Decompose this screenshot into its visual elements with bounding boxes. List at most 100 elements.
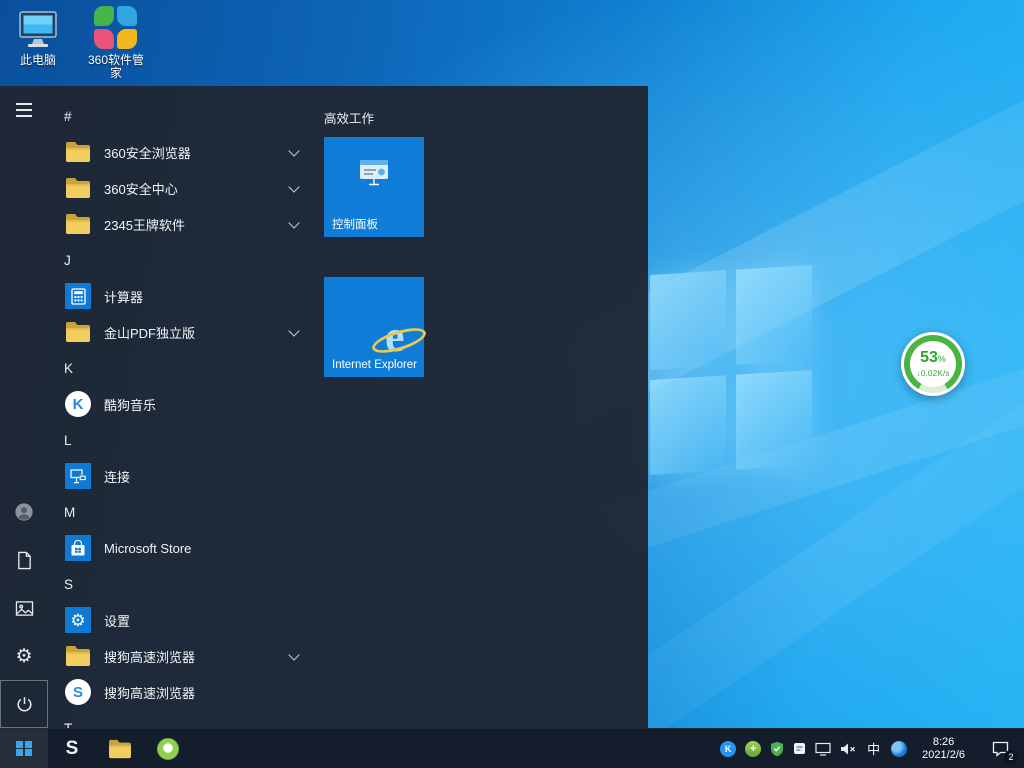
app-list-item[interactable]: 360安全中心 (48, 170, 324, 206)
start-button[interactable] (0, 729, 48, 768)
360-s-icon: S (66, 738, 79, 760)
connect-icon-bg (65, 463, 91, 489)
power-button[interactable] (0, 680, 48, 728)
taskbar-file-explorer-button[interactable] (96, 729, 144, 768)
app-list-section-letter[interactable]: J (48, 242, 324, 278)
app-list-section-letter[interactable]: M (48, 494, 324, 530)
settings-button[interactable]: ⚙ (0, 632, 48, 680)
app-label: 连接 (104, 467, 130, 486)
settings-icon-bg: ⚙ (65, 607, 91, 633)
app-label: 搜狗高速浏览器 (104, 647, 195, 666)
app-label: 360安全中心 (104, 179, 178, 198)
app-list-item[interactable]: 360安全浏览器 (48, 134, 324, 170)
section-letter-label: M (64, 505, 75, 520)
gear-icon: ⚙ (15, 647, 32, 666)
documents-button[interactable] (0, 536, 48, 584)
volume-muted-icon (840, 742, 856, 756)
percent-unit: % (938, 354, 946, 364)
petal (94, 6, 114, 26)
section-letter-label: # (64, 109, 72, 124)
360-speed-ball-widget[interactable]: 53% ↓0.02K/s (901, 332, 965, 396)
sogou-browser-icon (64, 678, 92, 706)
power-icon (15, 695, 34, 714)
tray-icon-notes[interactable] (793, 742, 806, 755)
app-label: 酷狗音乐 (104, 395, 156, 414)
logo-pane (736, 265, 812, 365)
app-list-section-letter[interactable]: # (48, 98, 324, 134)
system-tray: 中 8:26 2021/2/6 2 (720, 729, 1024, 768)
folder-icon (64, 174, 92, 202)
section-letter-label: K (64, 361, 73, 376)
tile-internet-explorer[interactable]: e Internet Explorer (324, 277, 424, 377)
percent-value: 53 (920, 349, 938, 366)
tile-control-panel[interactable]: 控制面板 (324, 137, 424, 237)
app-list-item[interactable]: 酷狗音乐 (48, 386, 324, 422)
petal (117, 29, 137, 49)
green-plus-glyph (745, 741, 761, 757)
360-browser-icon (157, 738, 179, 760)
shield-icon (770, 741, 784, 757)
windows-logo-wallpaper (650, 265, 812, 475)
chevron-down-icon[interactable] (288, 649, 299, 660)
app-label: 金山PDF独立版 (104, 323, 195, 342)
expand-menu-button[interactable] (0, 86, 48, 134)
app-list-section-letter[interactable]: S (48, 566, 324, 602)
sogou-icon-circle (65, 679, 91, 705)
tray-icon-network[interactable] (815, 742, 831, 756)
tray-icon-green-plus[interactable] (745, 741, 761, 757)
desktop-icon-360-software-manager[interactable]: 360软件管家 (82, 6, 150, 80)
notification-badge: 2 (1004, 750, 1018, 764)
app-list-item[interactable]: 计算器 (48, 278, 324, 314)
kugou-music-icon (64, 390, 92, 418)
ime-language-indicator[interactable]: 中 (865, 739, 882, 758)
rail-bottom-items: ⚙ (0, 488, 48, 728)
app-list-section-letter[interactable]: T (48, 710, 324, 728)
folder-icon (64, 138, 92, 166)
pictures-icon (15, 600, 34, 617)
clock-time: 8:26 (922, 736, 965, 749)
taskbar-clock[interactable]: 8:26 2021/2/6 (916, 736, 971, 762)
tray-icon-volume-muted[interactable] (840, 742, 856, 756)
blue-app-glyph (891, 741, 907, 757)
app-list-section-letter[interactable]: L (48, 422, 324, 458)
petal (117, 6, 137, 26)
desktop-screen: 此电脑 360软件管家 (0, 0, 1024, 768)
app-list-item[interactable]: 2345王牌软件 (48, 206, 324, 242)
360-software-manager-icon (94, 6, 138, 50)
app-list-item[interactable]: ⚙ 设置 (48, 602, 324, 638)
section-letter-label: L (64, 433, 72, 448)
chevron-down-icon[interactable] (288, 217, 299, 228)
petal (94, 29, 114, 49)
pictures-button[interactable] (0, 584, 48, 632)
app-list-section-letter[interactable]: K (48, 350, 324, 386)
network-icon (815, 742, 831, 756)
memory-percent: 53% (920, 350, 946, 367)
tray-icon-kugou[interactable] (720, 741, 736, 757)
app-list-item[interactable]: 搜狗高速浏览器 (48, 674, 324, 710)
tray-icon-blue-app[interactable] (891, 741, 907, 757)
desktop-icon-this-pc[interactable]: 此电脑 (4, 8, 72, 67)
app-label: 360安全浏览器 (104, 143, 191, 162)
app-list-item[interactable]: 连接 (48, 458, 324, 494)
logo-pane (650, 375, 726, 475)
app-list-item[interactable]: 金山PDF独立版 (48, 314, 324, 350)
user-avatar-icon (14, 502, 34, 522)
taskbar-360-safe-button[interactable]: S (48, 729, 96, 768)
tile-group-title[interactable]: 高效工作 (324, 108, 374, 127)
clock-date: 2021/2/6 (922, 749, 965, 762)
app-label: 搜狗高速浏览器 (104, 683, 195, 702)
action-center-button[interactable]: 2 (980, 729, 1020, 768)
tray-icon-security-shield[interactable] (770, 741, 784, 757)
app-list-item[interactable]: 搜狗高速浏览器 (48, 638, 324, 674)
taskbar-360-browser-button[interactable] (144, 729, 192, 768)
chevron-down-icon[interactable] (288, 181, 299, 192)
app-label: 计算器 (104, 287, 143, 306)
user-account-button[interactable] (0, 488, 48, 536)
start-menu-tiles: 高效工作 控制面板 e (324, 86, 648, 728)
control-panel-icon (359, 159, 389, 191)
section-letter-label: S (64, 577, 73, 592)
speed-ring: 53% ↓0.02K/s (904, 335, 962, 393)
chevron-down-icon[interactable] (288, 325, 299, 336)
app-list-item[interactable]: Microsoft Store (48, 530, 324, 566)
chevron-down-icon[interactable] (288, 145, 299, 156)
